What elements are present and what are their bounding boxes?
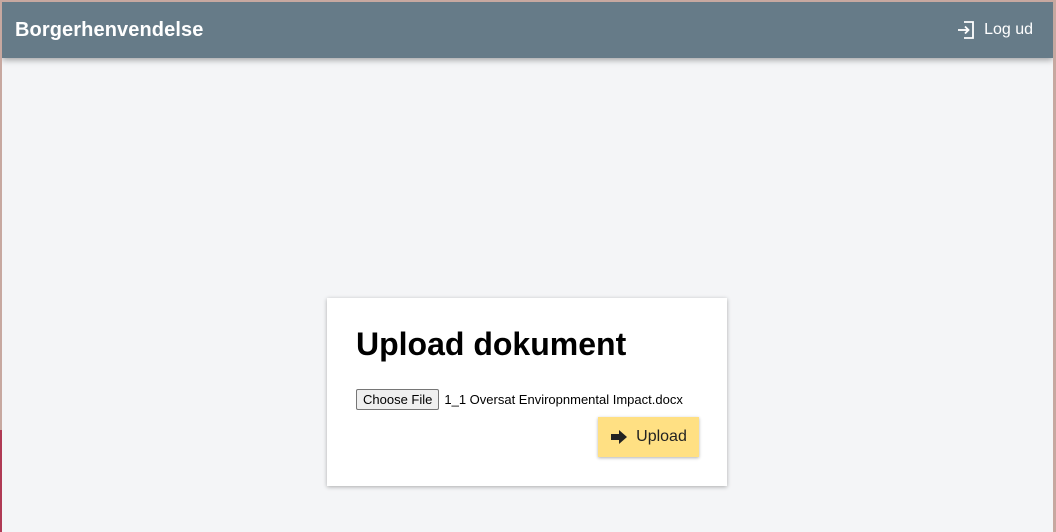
upload-card: Upload dokument Choose File 1_1 Oversat … bbox=[327, 298, 727, 486]
top-bar: Borgerhenvendelse Log ud bbox=[2, 2, 1053, 58]
arrow-right-icon bbox=[610, 429, 628, 445]
choose-file-button[interactable]: Choose File bbox=[356, 389, 440, 410]
logout-button[interactable]: Log ud bbox=[956, 20, 1033, 40]
selected-file-name: 1_1 Oversat Enviropnmental Impact.docx bbox=[444, 392, 683, 407]
card-title: Upload dokument bbox=[356, 326, 627, 362]
upload-button[interactable]: Upload bbox=[598, 417, 699, 457]
upload-label: Upload bbox=[636, 428, 687, 445]
background-window-edge bbox=[0, 430, 2, 532]
logout-label: Log ud bbox=[984, 21, 1033, 38]
logout-icon bbox=[956, 20, 976, 40]
file-input: Choose File 1_1 Oversat Enviropnmental I… bbox=[356, 389, 683, 410]
app-title: Borgerhenvendelse bbox=[15, 19, 204, 41]
app-window: Borgerhenvendelse Log ud Upload dokument… bbox=[2, 2, 1053, 532]
